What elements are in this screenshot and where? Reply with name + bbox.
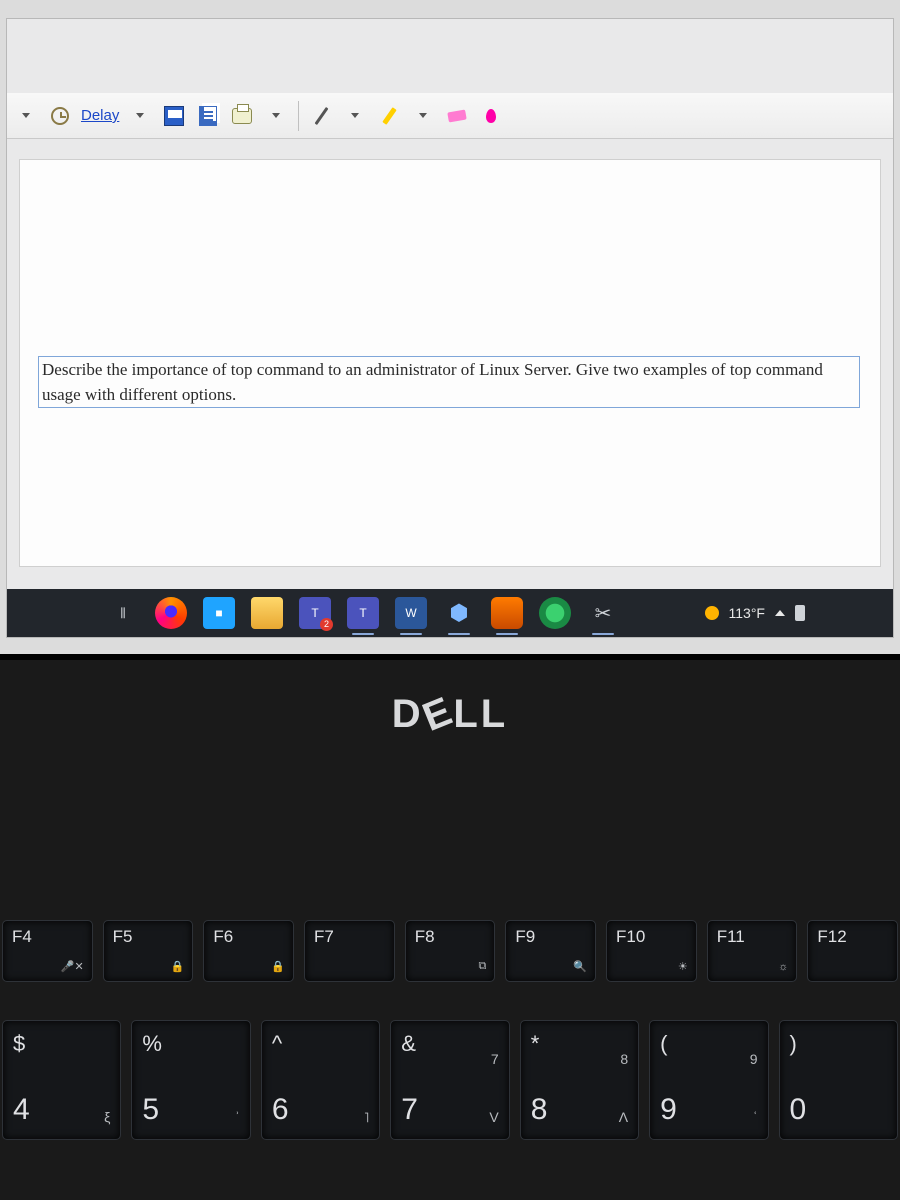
eraser-icon [448,109,467,122]
color-button[interactable] [478,101,504,131]
teams-icon-1[interactable]: T2 [299,597,331,629]
app-icon-orange[interactable] [491,597,523,629]
key-f7: F7 [304,920,395,982]
firefox-icon[interactable] [155,597,187,629]
pen-dropdown[interactable] [342,101,368,131]
save-button[interactable] [161,101,187,131]
key-9: (99ʿ [649,1020,768,1140]
key-f6: F6🔒 [203,920,294,982]
package-icon[interactable]: ⬢ [443,597,475,629]
key-f5: F5🔒 [103,920,194,982]
tray-overflow-icon[interactable] [775,610,785,616]
delay-dropdown[interactable] [127,101,153,131]
print-icon [232,108,252,124]
key-7: &77V [390,1020,509,1140]
physical-keyboard: F4🎤✕F5🔒F6🔒F7F8⧉F9🔍F10☀F11☼F12 $4ξ%5ʾ^6˥&… [0,920,900,1200]
highlighter-dropdown[interactable] [410,101,436,131]
snipping-tool-icon[interactable]: ✂ [587,597,619,629]
key-5: %5ʾ [131,1020,250,1140]
word-icon[interactable]: W [395,597,427,629]
eraser-button[interactable] [444,101,470,131]
key-f4: F4🎤✕ [2,920,93,982]
copy-button[interactable] [195,101,221,131]
highlighter-icon [382,107,396,125]
key-f10: F10☀ [606,920,697,982]
delay-label[interactable]: Delay [81,107,119,124]
pen-icon [314,106,328,124]
file-explorer-icon[interactable] [251,597,283,629]
teams-icon-2[interactable]: T [347,597,379,629]
task-view-icon[interactable]: ⫼ [107,597,139,629]
annotation-toolbar: Delay [7,93,893,139]
delay-button[interactable] [47,101,73,131]
clock-icon [51,107,69,125]
save-icon [164,106,184,126]
copy-icon [199,106,217,126]
highlighter-button[interactable] [376,101,402,131]
color-drop-icon [486,109,496,123]
toolbar-dropdown-2[interactable] [263,101,289,131]
windows-taskbar: ⫼ ■ T2 T W ⬢ ✂ 113°F [7,589,893,637]
weather-text[interactable]: 113°F [729,605,765,621]
key-f11: F11☼ [707,920,798,982]
usb-icon[interactable] [795,605,805,621]
key-8: *88Λ [520,1020,639,1140]
laptop-brand-logo: DELL [0,692,900,737]
key-f8: F8⧉ [405,920,496,982]
toolbar-separator [298,101,299,131]
key-f12: F12 [807,920,898,982]
document-canvas[interactable]: Describe the importance of top command t… [19,159,881,567]
paragraph-text: Describe the importance of top command t… [42,358,858,407]
key-f9: F9🔍 [505,920,596,982]
key-6: ^6˥ [261,1020,380,1140]
weather-icon [705,606,719,620]
pen-button[interactable] [308,101,334,131]
camera-icon[interactable]: ■ [203,597,235,629]
key-0: )0 [779,1020,898,1140]
browser-globe-icon[interactable] [539,597,571,629]
print-button[interactable] [229,101,255,131]
system-tray: 113°F [705,605,805,621]
key-4: $4ξ [2,1020,121,1140]
toolbar-dropdown-1[interactable] [13,101,39,131]
